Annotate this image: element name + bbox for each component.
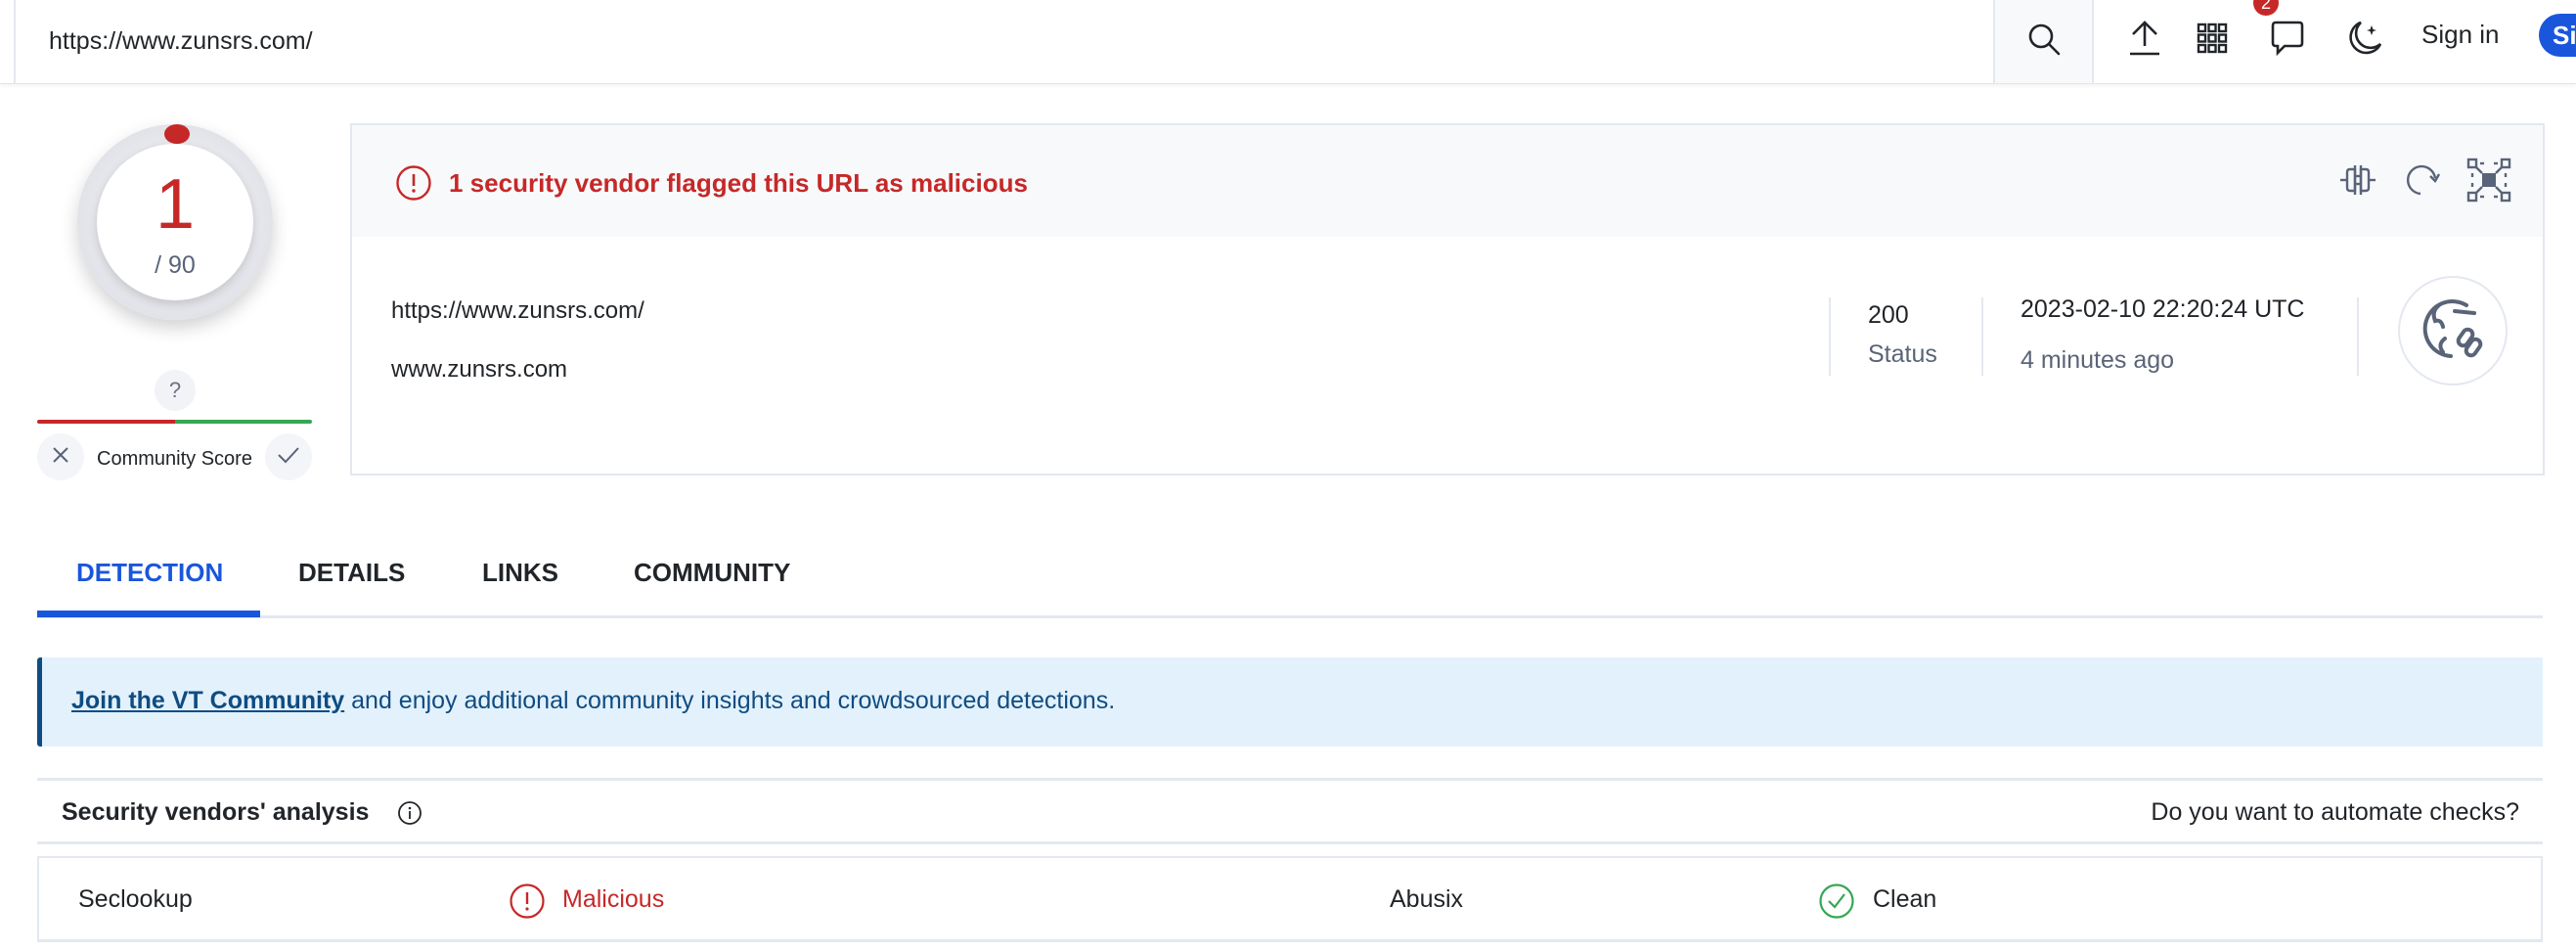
community-banner-text: Join the VT Community and enjoy addition… bbox=[71, 687, 1115, 715]
globe-link-icon bbox=[2416, 292, 2490, 371]
apps-button[interactable] bbox=[2188, 16, 2237, 65]
divider bbox=[2357, 297, 2359, 376]
tab-community[interactable]: COMMUNITY bbox=[634, 558, 790, 588]
community-score-help[interactable]: ? bbox=[155, 370, 196, 411]
search-input[interactable] bbox=[16, 0, 1993, 83]
vendors-title: Security vendors' analysis bbox=[62, 798, 370, 826]
notification-badge: 2 bbox=[2253, 0, 2279, 16]
http-status-code: 200 bbox=[1868, 301, 1909, 329]
vendors-header: Security vendors' analysis Do you want t… bbox=[37, 778, 2543, 844]
sign-in-link[interactable]: Sign in bbox=[2421, 20, 2500, 49]
detection-count: 1 bbox=[155, 165, 196, 244]
community-score-negative bbox=[37, 420, 175, 424]
info-icon[interactable] bbox=[397, 800, 422, 831]
divider bbox=[1981, 297, 1983, 376]
scanned-domain: www.zunsrs.com bbox=[391, 356, 568, 383]
analysis-relative-time: 4 minutes ago bbox=[2021, 346, 2175, 374]
upload-button[interactable] bbox=[2120, 16, 2169, 65]
tab-details[interactable]: DETAILS bbox=[298, 558, 405, 588]
vendor-name: Seclookup bbox=[78, 885, 193, 913]
scanned-url: https://www.zunsrs.com/ bbox=[391, 297, 644, 324]
sign-up-button[interactable]: Sign up bbox=[2539, 14, 2576, 57]
summary-card: 1 security vendor flagged this URL as ma… bbox=[350, 123, 2545, 476]
gauge-indicator bbox=[164, 124, 190, 144]
api-plug-icon bbox=[2338, 162, 2377, 203]
check-icon bbox=[277, 445, 300, 470]
close-icon bbox=[51, 445, 70, 470]
community-score-positive bbox=[174, 420, 312, 424]
vendor-name: Abusix bbox=[1390, 885, 1464, 913]
detection-alert: 1 security vendor flagged this URL as ma… bbox=[449, 168, 1028, 198]
tab-links[interactable]: LINKS bbox=[482, 558, 558, 588]
join-community-link[interactable]: Join the VT Community bbox=[71, 687, 344, 714]
chat-icon bbox=[2270, 20, 2305, 62]
gauge-center: 1 / 90 bbox=[97, 144, 253, 300]
community-score-label: Community Score bbox=[97, 448, 252, 470]
vendor-result: Clean bbox=[1873, 885, 1937, 913]
search-button[interactable] bbox=[1993, 0, 2094, 83]
search-icon bbox=[2026, 22, 2062, 62]
tab-detection[interactable]: DETECTION bbox=[76, 558, 223, 588]
vendor-result: Malicious bbox=[562, 885, 665, 913]
graph-button[interactable] bbox=[2465, 158, 2513, 206]
clean-icon bbox=[1818, 883, 1855, 925]
url-type-badge bbox=[2398, 276, 2508, 385]
tab-bar: DETECTION DETAILS LINKS COMMUNITY bbox=[37, 528, 2543, 618]
vote-harmful-button[interactable] bbox=[37, 433, 84, 480]
upload-icon bbox=[2127, 19, 2162, 63]
api-button[interactable] bbox=[2333, 158, 2382, 206]
detection-total: / 90 bbox=[155, 251, 196, 279]
active-tab-indicator bbox=[37, 611, 260, 617]
top-bar: 2 Sign in Sign up bbox=[0, 0, 2576, 84]
http-status-label: Status bbox=[1868, 340, 1937, 368]
banner-message: and enjoy additional community insights … bbox=[344, 687, 1116, 714]
reanalyze-button[interactable] bbox=[2398, 158, 2447, 206]
analysis-date: 2023-02-10 22:20:24 UTC bbox=[2021, 295, 2305, 323]
community-score-bar bbox=[37, 420, 312, 424]
community-banner: Join the VT Community and enjoy addition… bbox=[37, 657, 2543, 747]
summary-card-header: 1 security vendor flagged this URL as ma… bbox=[352, 125, 2543, 237]
graph-icon bbox=[2466, 158, 2511, 207]
automate-checks-link[interactable]: Do you want to automate checks? bbox=[2151, 798, 2519, 827]
theme-toggle-button[interactable] bbox=[2340, 16, 2389, 65]
divider bbox=[1829, 297, 1831, 376]
table-row: Seclookup Malicious Abusix Clean bbox=[37, 856, 2543, 942]
dark-mode-icon bbox=[2345, 19, 2384, 63]
reanalyze-icon bbox=[2403, 160, 2442, 204]
detection-score-gauge: 1 / 90 bbox=[77, 124, 273, 320]
malicious-icon bbox=[509, 883, 546, 925]
notifications-button[interactable] bbox=[2263, 16, 2312, 65]
apps-grid-icon bbox=[2197, 23, 2228, 59]
alert-icon bbox=[395, 164, 432, 206]
vote-harmless-button[interactable] bbox=[265, 433, 312, 480]
